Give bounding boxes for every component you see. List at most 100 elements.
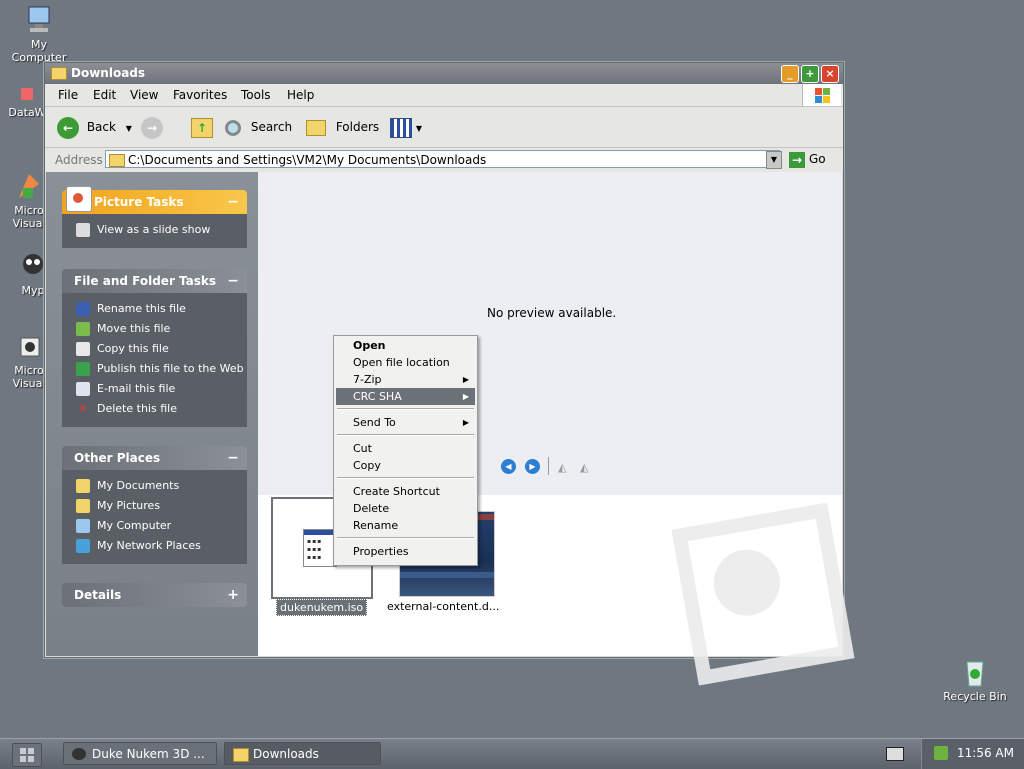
folder-icon [51, 67, 67, 80]
rotate-counterclockwise-button[interactable]: ◭ [580, 461, 588, 474]
task-label: View as a slide show [97, 223, 211, 236]
menu-label: 7-Zip [353, 373, 382, 386]
context-menu: Open Open file location 7-Zip ▶ CRC SHA … [333, 335, 478, 566]
task-rename-file[interactable]: Rename this file [62, 299, 247, 319]
menu-item-delete[interactable]: Delete [336, 500, 475, 517]
file-folder-tasks-header[interactable]: File and Folder Tasks − [62, 269, 247, 293]
no-preview-text: No preview available. [487, 306, 617, 320]
menu-item-open-file-location[interactable]: Open file location [336, 354, 475, 371]
place-my-computer[interactable]: My Computer [62, 516, 247, 536]
task-view-slideshow[interactable]: View as a slide show [62, 220, 247, 240]
task-copy-file[interactable]: Copy this file [62, 339, 247, 359]
menu-item-open[interactable]: Open [336, 337, 475, 354]
maximize-button[interactable]: + [801, 65, 819, 83]
details-panel: Details + [62, 583, 247, 607]
previous-image-button[interactable]: ◀ [501, 459, 516, 474]
collapse-icon[interactable]: − [227, 269, 239, 293]
collapse-icon[interactable]: − [227, 190, 239, 214]
menu-item-crc-sha[interactable]: CRC SHA ▶ [336, 388, 475, 405]
folders-label: Folders [335, 120, 380, 134]
clock[interactable]: 11:56 AM [957, 746, 1014, 760]
picture-tasks-header[interactable]: Picture Tasks − [62, 186, 247, 214]
taskbar-button-label: Duke Nukem 3D ... [92, 747, 205, 761]
place-my-pictures[interactable]: My Pictures [62, 496, 247, 516]
desktop-icon-recycle-bin[interactable]: Recycle Bin [938, 656, 1012, 703]
tray-app-icon[interactable] [934, 746, 948, 760]
address-bar: Address C:\Documents and Settings\VM2\My… [45, 148, 843, 173]
menu-separator [337, 408, 474, 410]
rotate-icon: ◭ [558, 461, 567, 474]
place-label: My Documents [97, 479, 180, 492]
place-label: My Computer [97, 519, 172, 532]
task-email-file[interactable]: E-mail this file [62, 379, 247, 399]
folders-button[interactable]: Folders [306, 115, 379, 139]
picture-tasks-panel: Picture Tasks − View as a slide show [62, 186, 247, 248]
menu-file[interactable]: File [58, 88, 78, 102]
menu-item-send-to[interactable]: Send To ▶ [336, 414, 475, 431]
views-icon [390, 117, 412, 138]
copy-icon [76, 342, 90, 356]
menu-item-create-shortcut[interactable]: Create Shortcut [336, 483, 475, 500]
windows-logo-icon [802, 84, 841, 106]
file-name-selected[interactable]: dukenukem.iso [276, 599, 368, 616]
publish-icon [76, 362, 90, 376]
taskbar-button-duke-nukem[interactable]: Duke Nukem 3D ... [63, 742, 217, 765]
go-button[interactable]: → Go [789, 150, 826, 168]
chevron-down-icon: ▼ [415, 124, 422, 133]
documents-icon [76, 479, 90, 493]
title-bar[interactable]: Downloads _ + × [45, 63, 843, 84]
desktop-icon-my-computer[interactable]: My Computer [4, 4, 74, 64]
views-button[interactable]: ▼ [390, 115, 422, 139]
address-input[interactable]: C:\Documents and Settings\VM2\My Documen… [105, 150, 780, 168]
menu-item-cut[interactable]: Cut [336, 440, 475, 457]
search-button[interactable]: Search [225, 115, 292, 139]
details-header[interactable]: Details + [62, 583, 247, 607]
menu-edit[interactable]: Edit [93, 88, 116, 102]
expand-icon[interactable]: + [227, 583, 239, 607]
rotate-icon: ◭ [580, 461, 589, 474]
file-name[interactable]: external-content.d... [387, 600, 499, 613]
rotate-clockwise-button[interactable]: ◭ [558, 461, 566, 474]
menu-favorites[interactable]: Favorites [173, 88, 227, 102]
desktop-icon-label: Recycle Bin [943, 690, 1007, 703]
forward-arrow-icon: → [141, 116, 163, 139]
collapse-icon[interactable]: − [227, 446, 239, 470]
menu-tools[interactable]: Tools [241, 88, 271, 102]
task-publish-web[interactable]: Publish this file to the Web [62, 359, 247, 379]
address-dropdown-button[interactable]: ▼ [766, 151, 782, 169]
menu-help[interactable]: Help [287, 88, 314, 102]
up-folder-button[interactable]: ↑ [191, 115, 213, 139]
visual-app-icon [13, 330, 45, 362]
menu-item-copy[interactable]: Copy [336, 457, 475, 474]
task-label: Move this file [97, 322, 171, 335]
visual-studio-icon [13, 170, 45, 202]
go-arrow-icon: → [789, 151, 805, 168]
start-button[interactable] [12, 743, 42, 767]
minimize-button[interactable]: _ [781, 65, 799, 83]
panel-title: Picture Tasks [94, 195, 184, 209]
menu-label: CRC SHA [353, 390, 402, 403]
folder-icon [233, 748, 249, 762]
task-label: E-mail this file [97, 382, 176, 395]
menu-view[interactable]: View [130, 88, 158, 102]
next-image-button[interactable]: ▶ [525, 459, 540, 474]
task-move-file[interactable]: Move this file [62, 319, 247, 339]
close-button[interactable]: × [821, 65, 839, 83]
menu-item-7zip[interactable]: 7-Zip ▶ [336, 371, 475, 388]
keyboard-icon[interactable] [886, 747, 904, 761]
other-places-header[interactable]: Other Places − [62, 446, 247, 470]
search-icon [225, 119, 241, 136]
place-my-network[interactable]: My Network Places [62, 536, 247, 556]
pictures-icon [76, 499, 90, 513]
menu-item-properties[interactable]: Properties [336, 543, 475, 560]
slideshow-icon [76, 223, 90, 237]
forward-button[interactable]: → [141, 115, 163, 139]
place-my-documents[interactable]: My Documents [62, 476, 247, 496]
back-button[interactable]: ← Back ▼ [57, 115, 132, 139]
taskbar-button-downloads[interactable]: Downloads [224, 742, 381, 765]
network-icon [76, 539, 90, 553]
watermark-icon [671, 502, 855, 686]
task-delete-file[interactable]: ✕ Delete this file [62, 399, 247, 419]
picture-icon [66, 186, 92, 212]
menu-item-rename[interactable]: Rename [336, 517, 475, 534]
